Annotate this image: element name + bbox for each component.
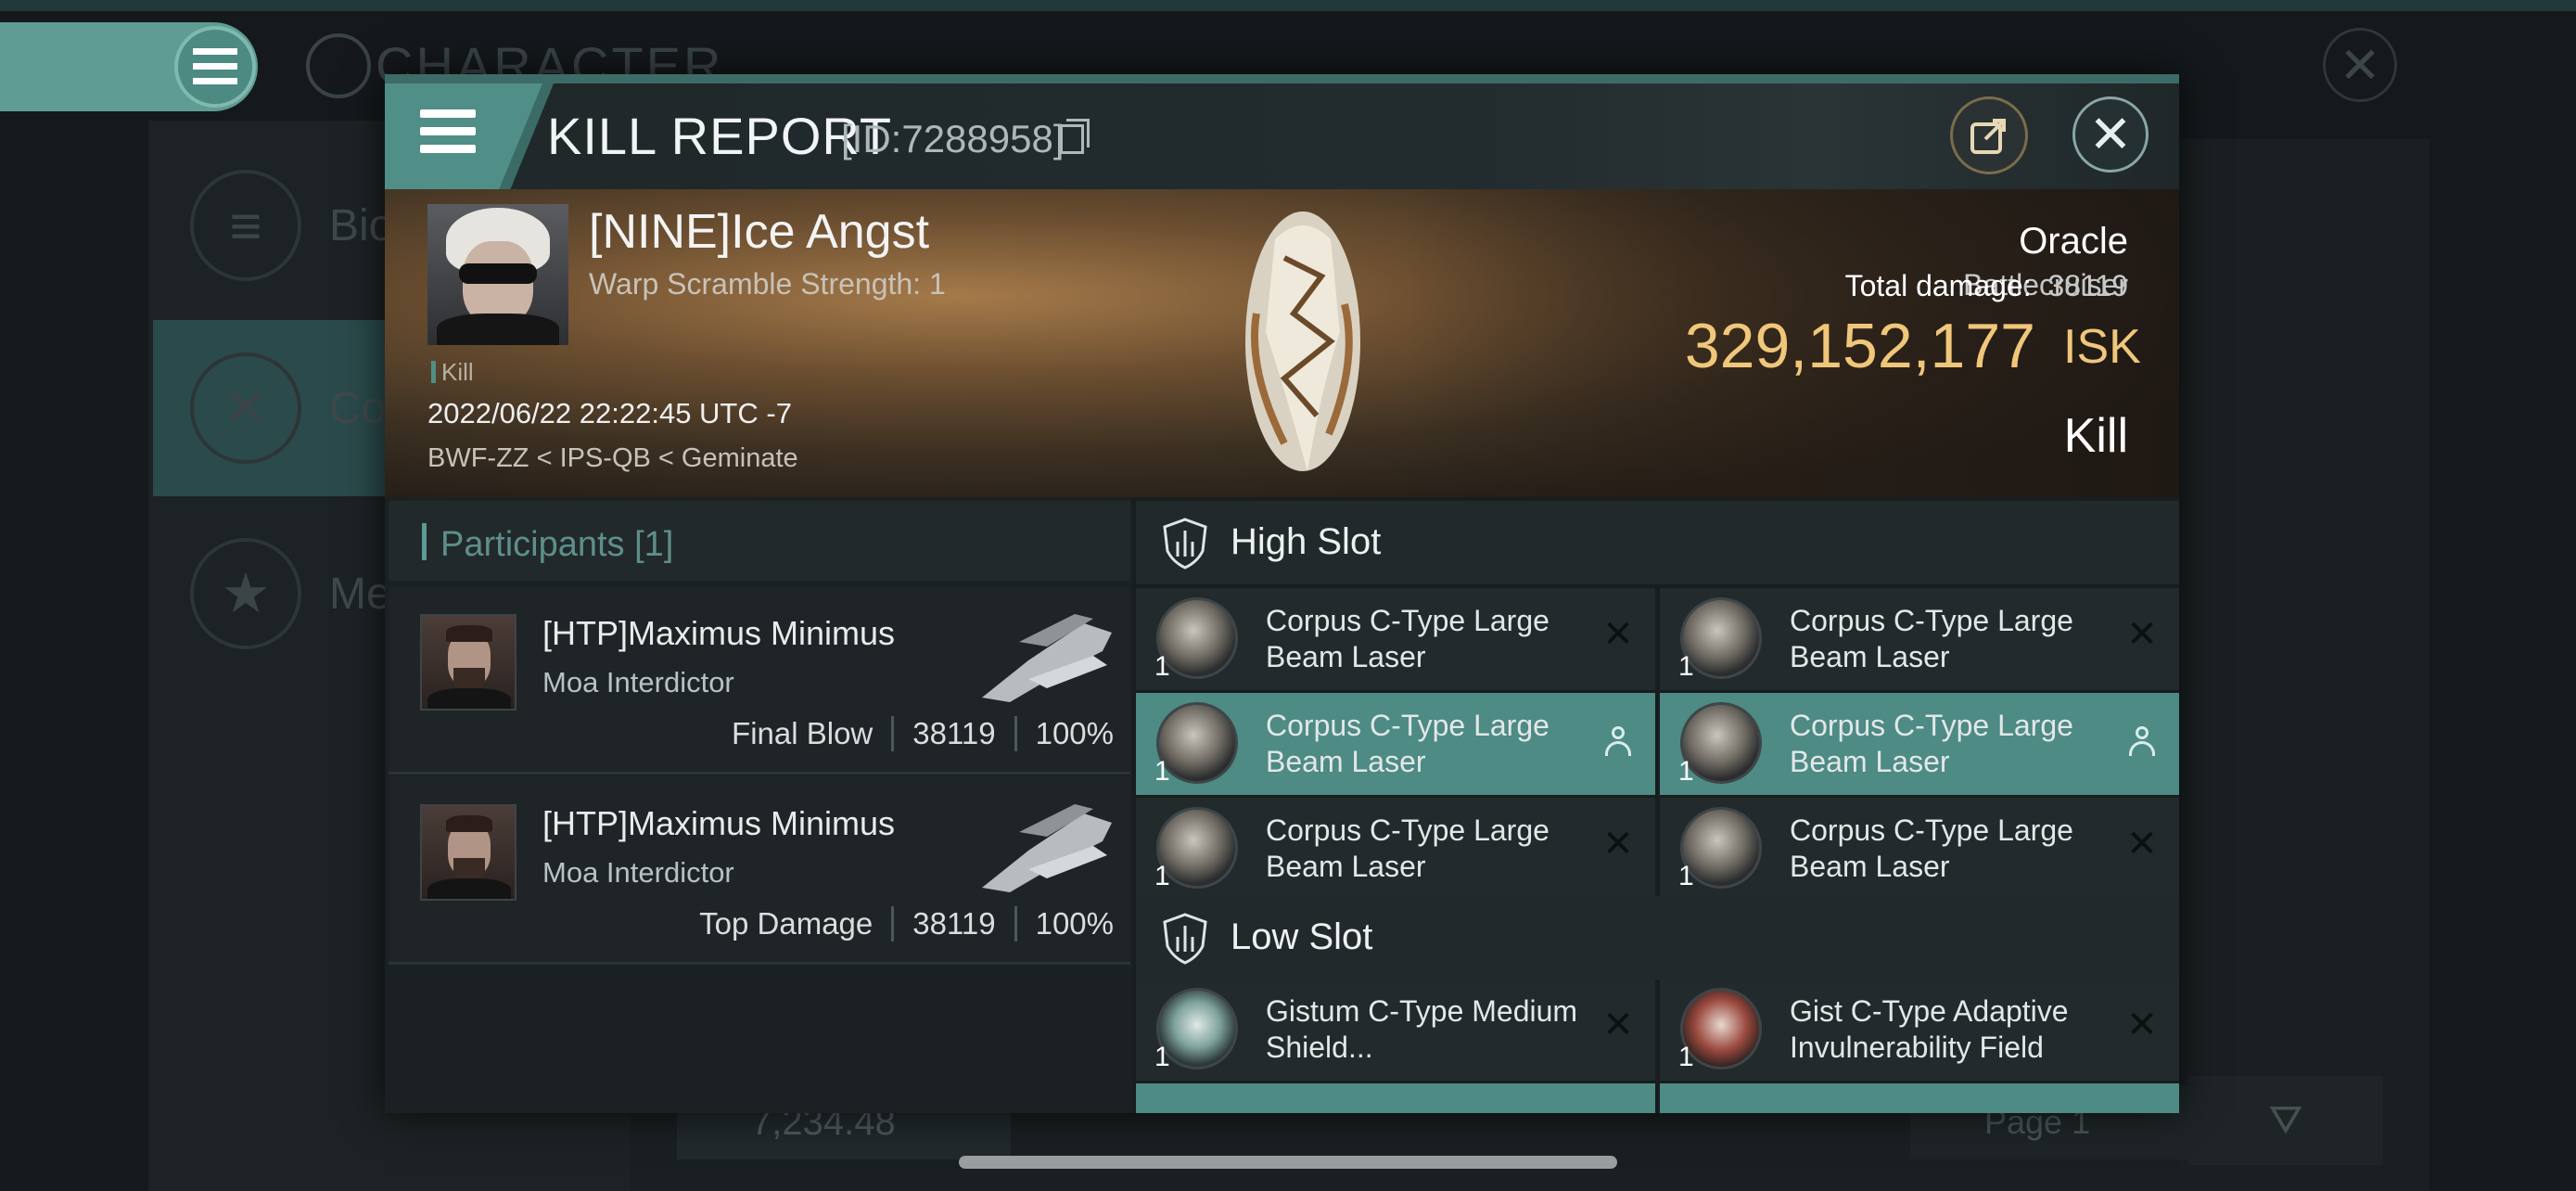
isk-unit: ISK (2063, 320, 2141, 374)
filter-icon[interactable]: ⛛ (2188, 1076, 2383, 1165)
high-slot-title: High Slot (1231, 521, 1382, 562)
destroyed-icon: ✕ (1602, 614, 1634, 655)
background-close-icon[interactable]: ✕ (2323, 28, 2397, 102)
module-name: Corpus C-Type Large Beam Laser (1266, 604, 1549, 673)
low-slot-title: Low Slot (1231, 916, 1373, 957)
character-icon (306, 33, 371, 98)
destroyed-icon: ✕ (1602, 824, 1634, 864)
participant-percent: 100% (1035, 906, 1114, 941)
participant-damage: 38119 (912, 906, 996, 941)
participant-row[interactable]: [HTP]Maximus Minimus Moa Interdictor Fin… (389, 586, 1130, 775)
module-item[interactable]: 1 Corpus C-Type Large Beam Laser ✕ (1660, 798, 2179, 900)
menu-icon (193, 48, 237, 84)
participant-stats: Top Damage 38119 100% (699, 906, 1114, 941)
participant-row[interactable]: [HTP]Maximus Minimus Moa Interdictor Top… (389, 776, 1130, 965)
low-slot-icon (1163, 913, 1207, 965)
top-edge (0, 0, 2576, 11)
module-item[interactable]: 1 Corpus C-Type Large Beam Laser ✕ (1660, 588, 2179, 690)
main-menu-button[interactable] (174, 26, 256, 108)
participant-avatar[interactable] (420, 804, 516, 901)
victim-name[interactable]: [NINE]Ice Angst (589, 204, 929, 260)
module-name: Corpus C-Type Large Beam Laser (1790, 709, 2073, 778)
module-item-partial[interactable] (1660, 1083, 2179, 1113)
kill-tag-label: Kill (441, 358, 474, 386)
dialog-top-line (385, 74, 2179, 83)
ship-type: Oracle (2019, 221, 2128, 262)
isk-value: 329,152,177 (1684, 311, 2035, 381)
destroyed-icon: ✕ (2126, 824, 2158, 864)
module-item[interactable]: 1 Corpus C-Type Large Beam Laser ✕ (1136, 588, 1655, 690)
participant-name: [HTP]Maximus Minimus (542, 804, 896, 842)
module-quantity: 1 (1678, 756, 1694, 787)
kill-report-dialog: KILL REPORT [ID:7288958] ✕ [NINE]Ice Ang… (385, 74, 2179, 1113)
module-quantity: 1 (1154, 756, 1170, 787)
low-slot-header: Low Slot (1136, 896, 2179, 980)
home-indicator[interactable] (959, 1156, 1617, 1169)
module-item[interactable]: 1 Corpus C-Type Large Beam Laser ✕ (1136, 798, 1655, 900)
report-id: [ID:7288958] (841, 117, 1065, 160)
module-name: Corpus C-Type Large Beam Laser (1266, 813, 1549, 883)
participant-damage: 38119 (912, 716, 996, 750)
participant-stats: Final Blow 38119 100% (732, 716, 1114, 751)
participant-ship-image (982, 804, 1112, 892)
module-item[interactable]: 1 Corpus C-Type Large Beam Laser (1136, 693, 1655, 795)
victim-avatar[interactable] (427, 204, 568, 345)
module-name: Corpus C-Type Large Beam Laser (1790, 813, 2073, 883)
participant-name: [HTP]Maximus Minimus (542, 614, 896, 652)
warp-scramble-strength: Warp Scramble Strength: 1 (589, 267, 946, 301)
external-link-icon (1970, 119, 2006, 154)
participant-ship-image (982, 614, 1112, 702)
menu-icon (420, 109, 476, 161)
list-icon: ≡ (190, 170, 301, 281)
kill-result: Kill (2063, 409, 2128, 463)
participant-role: Top Damage (699, 906, 874, 941)
dropped-person-icon (2125, 724, 2159, 762)
module-quantity: 1 (1154, 651, 1170, 682)
participant-ship: Moa Interdictor (542, 666, 734, 698)
module-item[interactable]: 1 Gistum C-Type Medium Shield... ✕ (1136, 979, 1655, 1081)
total-damage: Total damage: 38119 (1757, 269, 2128, 303)
module-name: Gist C-Type Adaptive Invulnerability Fie… (1790, 994, 2069, 1064)
participants-accent (422, 523, 427, 560)
destroyed-icon: ✕ (1602, 1005, 1634, 1045)
close-icon[interactable]: ✕ (2072, 96, 2149, 173)
sidebar-item-label: Bio (329, 200, 394, 250)
dropped-person-icon (1601, 724, 1635, 762)
total-damage-label: Total damage: (1844, 269, 2032, 302)
module-name: Corpus C-Type Large Beam Laser (1790, 604, 2073, 673)
module-quantity: 1 (1678, 861, 1694, 891)
kill-datetime: 2022/06/22 22:22:45 UTC -7 (427, 397, 792, 429)
copy-icon[interactable] (1060, 119, 1090, 154)
module-item-partial[interactable] (1136, 1083, 1655, 1113)
kill-tag: Kill (431, 358, 474, 387)
sidebar-item-label: Co (329, 383, 387, 433)
sidebar-item-label: Me (329, 569, 391, 619)
participants-title: Participants [1] (440, 525, 674, 564)
share-button[interactable] (1950, 96, 2028, 174)
module-quantity: 1 (1678, 1042, 1694, 1072)
high-slot-header: High Slot (1136, 501, 2179, 584)
module-quantity: 1 (1678, 651, 1694, 682)
star-icon: ★ (190, 538, 301, 649)
crossed-swords-icon: ✕ (190, 352, 301, 464)
module-name: Gistum C-Type Medium Shield... (1266, 994, 1578, 1064)
participant-avatar[interactable] (420, 614, 516, 711)
destroyed-icon: ✕ (2126, 614, 2158, 655)
kill-location[interactable]: BWF-ZZ < IPS-QB < Geminate (427, 443, 798, 474)
module-quantity: 1 (1154, 1042, 1170, 1072)
high-slot-icon (1163, 518, 1207, 570)
module-item[interactable]: 1 Gist C-Type Adaptive Invulnerability F… (1660, 979, 2179, 1081)
ship-image (1245, 211, 1360, 471)
total-damage-value: 38119 (2047, 269, 2128, 302)
module-item[interactable]: 1 Corpus C-Type Large Beam Laser (1660, 693, 2179, 795)
module-quantity: 1 (1154, 861, 1170, 891)
module-name: Corpus C-Type Large Beam Laser (1266, 709, 1549, 778)
participant-role: Final Blow (732, 716, 874, 750)
participant-percent: 100% (1035, 716, 1114, 750)
destroyed-icon: ✕ (2126, 1005, 2158, 1045)
participant-ship: Moa Interdictor (542, 856, 734, 889)
